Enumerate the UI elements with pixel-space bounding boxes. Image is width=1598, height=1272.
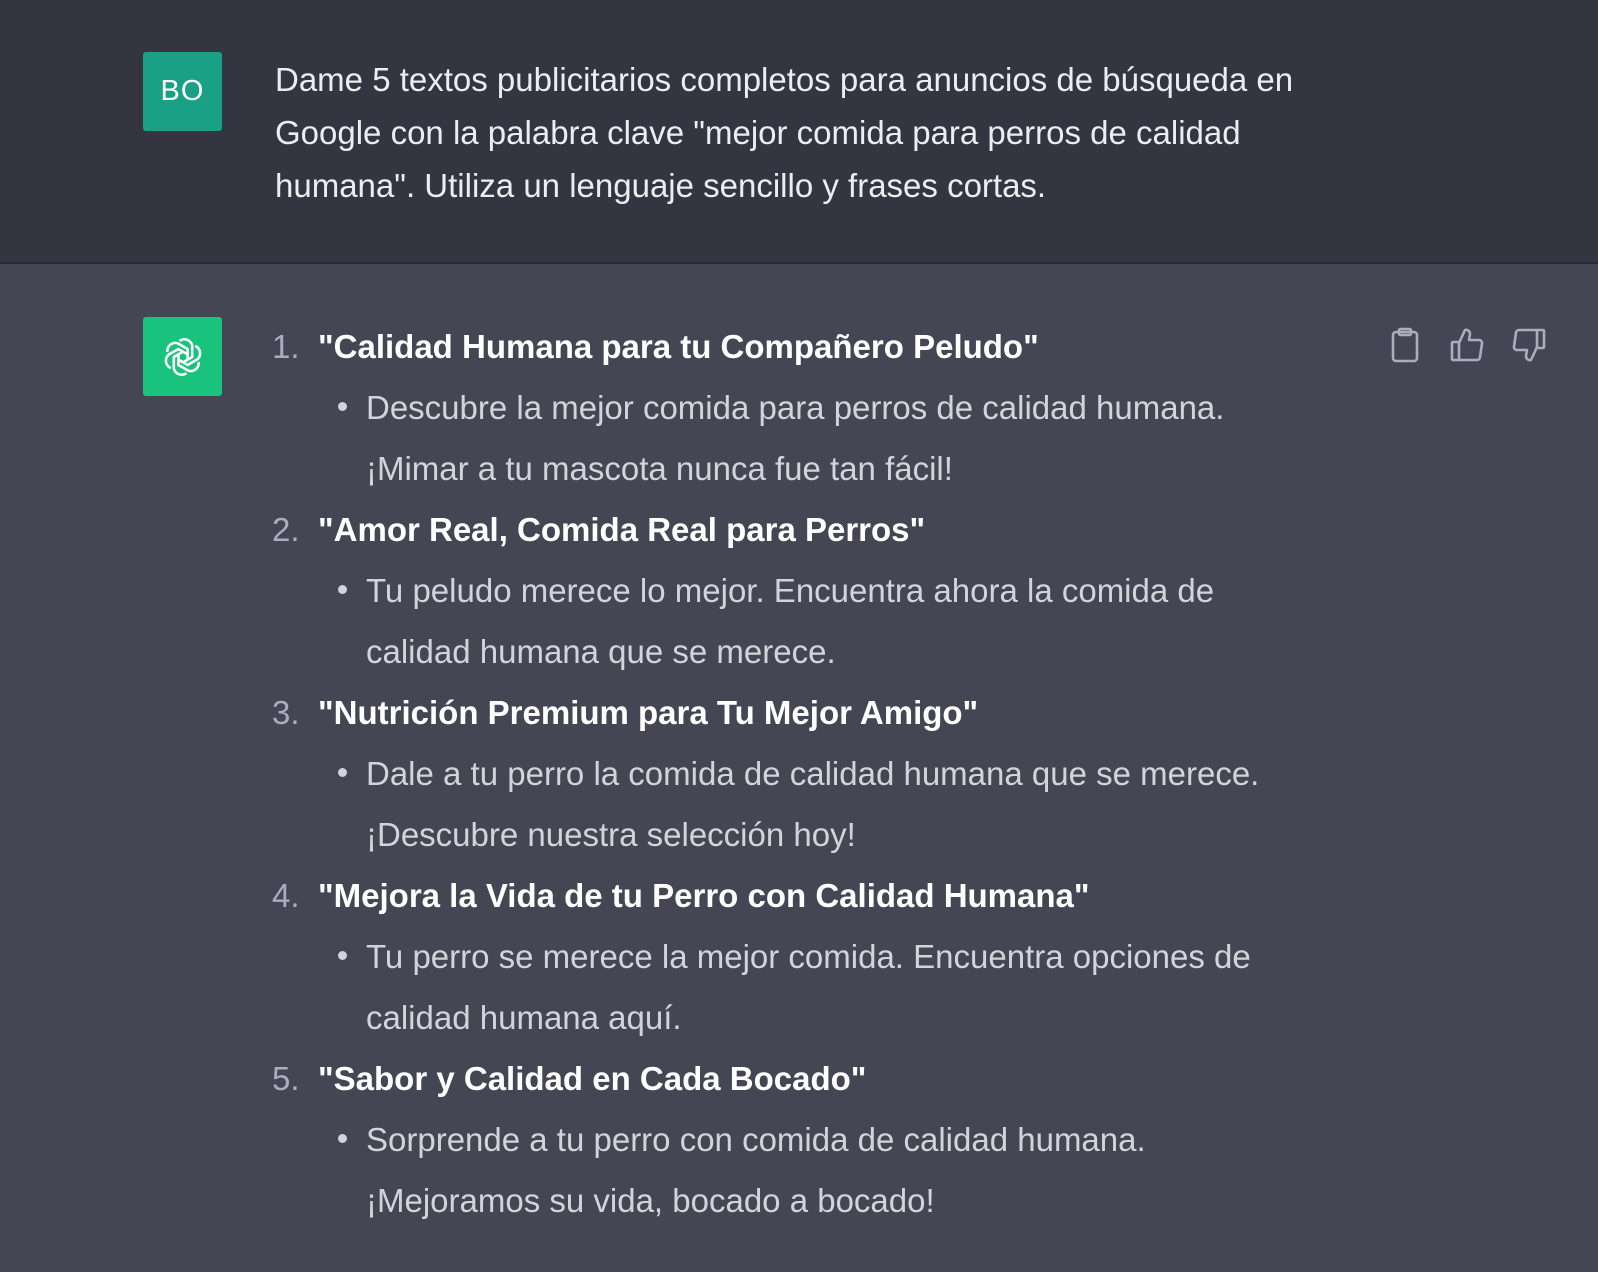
assistant-message-row: 1. "Calidad Humana para tu Compañero Pel… — [0, 264, 1598, 1272]
list-item: 1. "Calidad Humana para tu Compañero Pel… — [272, 316, 1318, 499]
copy-button[interactable] — [1388, 326, 1422, 364]
user-message-row: BO Dame 5 textos publicitarios completos… — [0, 0, 1598, 264]
item-number: 3. — [272, 694, 300, 731]
bullet-dot — [338, 951, 347, 960]
thumbs-down-icon — [1512, 328, 1546, 362]
bullet-content: Sorprende a tu perro con comida de calid… — [366, 1121, 1146, 1219]
message-actions — [1388, 326, 1546, 364]
item-bullets: Sorprende a tu perro con comida de calid… — [318, 1109, 1318, 1231]
item-number: 1. — [272, 328, 300, 365]
item-bullets: Descubre la mejor comida para perros de … — [318, 377, 1318, 499]
openai-logo-icon — [164, 337, 201, 376]
bullet-content: Descubre la mejor comida para perros de … — [366, 389, 1225, 487]
thumbs-down-button[interactable] — [1512, 326, 1546, 364]
item-number: 5. — [272, 1060, 300, 1097]
list-item: 4. "Mejora la Vida de tu Perro con Calid… — [272, 865, 1318, 1048]
user-avatar-initials: BO — [160, 75, 205, 107]
bullet-text: Sorprende a tu perro con comida de calid… — [338, 1109, 1318, 1231]
ad-copy-list: 1. "Calidad Humana para tu Compañero Pel… — [272, 316, 1318, 1231]
bullet-text: Tu peludo merece lo mejor. Encuentra aho… — [338, 560, 1318, 682]
item-number: 2. — [272, 511, 300, 548]
thumbs-up-icon — [1450, 328, 1484, 362]
user-message-text: Dame 5 textos publicitarios completos pa… — [275, 61, 1294, 204]
bullet-dot — [338, 1134, 347, 1143]
item-title: "Sabor y Calidad en Cada Bocado" — [318, 1060, 867, 1097]
item-number: 4. — [272, 877, 300, 914]
bullet-dot — [338, 585, 347, 594]
bullet-content: Dale a tu perro la comida de calidad hum… — [366, 755, 1260, 853]
thumbs-up-button[interactable] — [1450, 326, 1484, 364]
user-avatar: BO — [143, 52, 222, 131]
bullet-dot — [338, 768, 347, 777]
item-bullets: Dale a tu perro la comida de calidad hum… — [318, 743, 1318, 865]
bullet-text: Descubre la mejor comida para perros de … — [338, 377, 1318, 499]
bullet-text: Dale a tu perro la comida de calidad hum… — [338, 743, 1318, 865]
item-title: "Nutrición Premium para Tu Mejor Amigo" — [318, 694, 979, 731]
item-title: "Amor Real, Comida Real para Perros" — [318, 511, 926, 548]
item-bullets: Tu perro se merece la mejor comida. Encu… — [318, 926, 1318, 1048]
bullet-dot — [338, 402, 347, 411]
assistant-avatar — [143, 317, 222, 396]
list-item: 2. "Amor Real, Comida Real para Perros" … — [272, 499, 1318, 682]
list-item: 5. "Sabor y Calidad en Cada Bocado" Sorp… — [272, 1048, 1318, 1231]
bullet-content: Tu peludo merece lo mejor. Encuentra aho… — [366, 572, 1215, 670]
list-item: 3. "Nutrición Premium para Tu Mejor Amig… — [272, 682, 1318, 865]
clipboard-icon — [1391, 327, 1419, 363]
item-bullets: Tu peludo merece lo mejor. Encuentra aho… — [318, 560, 1318, 682]
item-title: "Mejora la Vida de tu Perro con Calidad … — [318, 877, 1090, 914]
bullet-content: Tu perro se merece la mejor comida. Encu… — [366, 938, 1251, 1036]
item-title: "Calidad Humana para tu Compañero Peludo… — [318, 328, 1039, 365]
bullet-text: Tu perro se merece la mejor comida. Encu… — [338, 926, 1318, 1048]
